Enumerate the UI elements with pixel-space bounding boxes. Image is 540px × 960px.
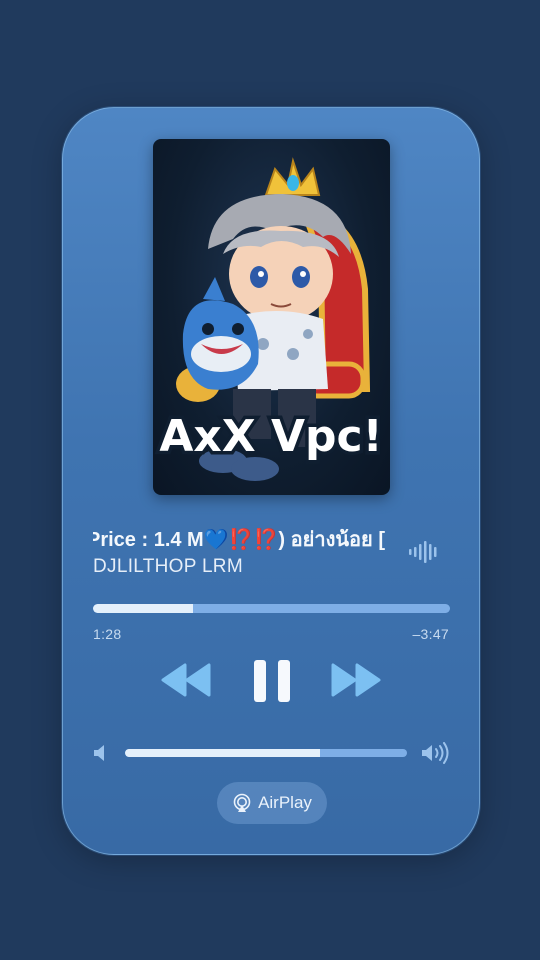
airplay-button[interactable]: AirPlay xyxy=(217,782,327,824)
track-title-text: Price : 1.4 M💙⁉️⁉️) อย่างน้อย [ xyxy=(93,529,385,551)
audio-waveform-icon xyxy=(409,541,437,563)
pause-button[interactable] xyxy=(252,658,292,704)
rewind-icon xyxy=(161,663,211,697)
artwork-logo-text: AxX Vpc! xyxy=(159,411,382,462)
fast-forward-button[interactable] xyxy=(329,663,381,697)
speaker-high-icon xyxy=(422,742,449,764)
fast-forward-icon xyxy=(331,663,381,697)
airplay-label: AirPlay xyxy=(258,793,312,812)
volume-level-fill xyxy=(125,749,320,757)
now-playing-card: AxX Vpc! Price : 1.4 M💙⁉️⁉️) อย่างน้อย [… xyxy=(62,107,480,855)
rewind-button[interactable] xyxy=(161,663,213,697)
album-artwork: AxX Vpc! xyxy=(153,139,390,495)
track-title: Price : 1.4 M💙⁉️⁉️) อย่างน้อย [ xyxy=(93,526,393,554)
playback-progress-fill xyxy=(93,604,193,613)
speaker-low-icon xyxy=(94,745,104,761)
volume-slider[interactable] xyxy=(125,749,407,757)
remaining-time: –3:47 xyxy=(412,626,449,642)
airplay-icon xyxy=(233,793,251,812)
track-artist[interactable]: DJLILTHOP LRM xyxy=(93,554,243,580)
playback-scrubber[interactable] xyxy=(93,604,450,613)
pause-icon xyxy=(254,660,290,702)
elapsed-time: 1:28 xyxy=(93,626,122,642)
